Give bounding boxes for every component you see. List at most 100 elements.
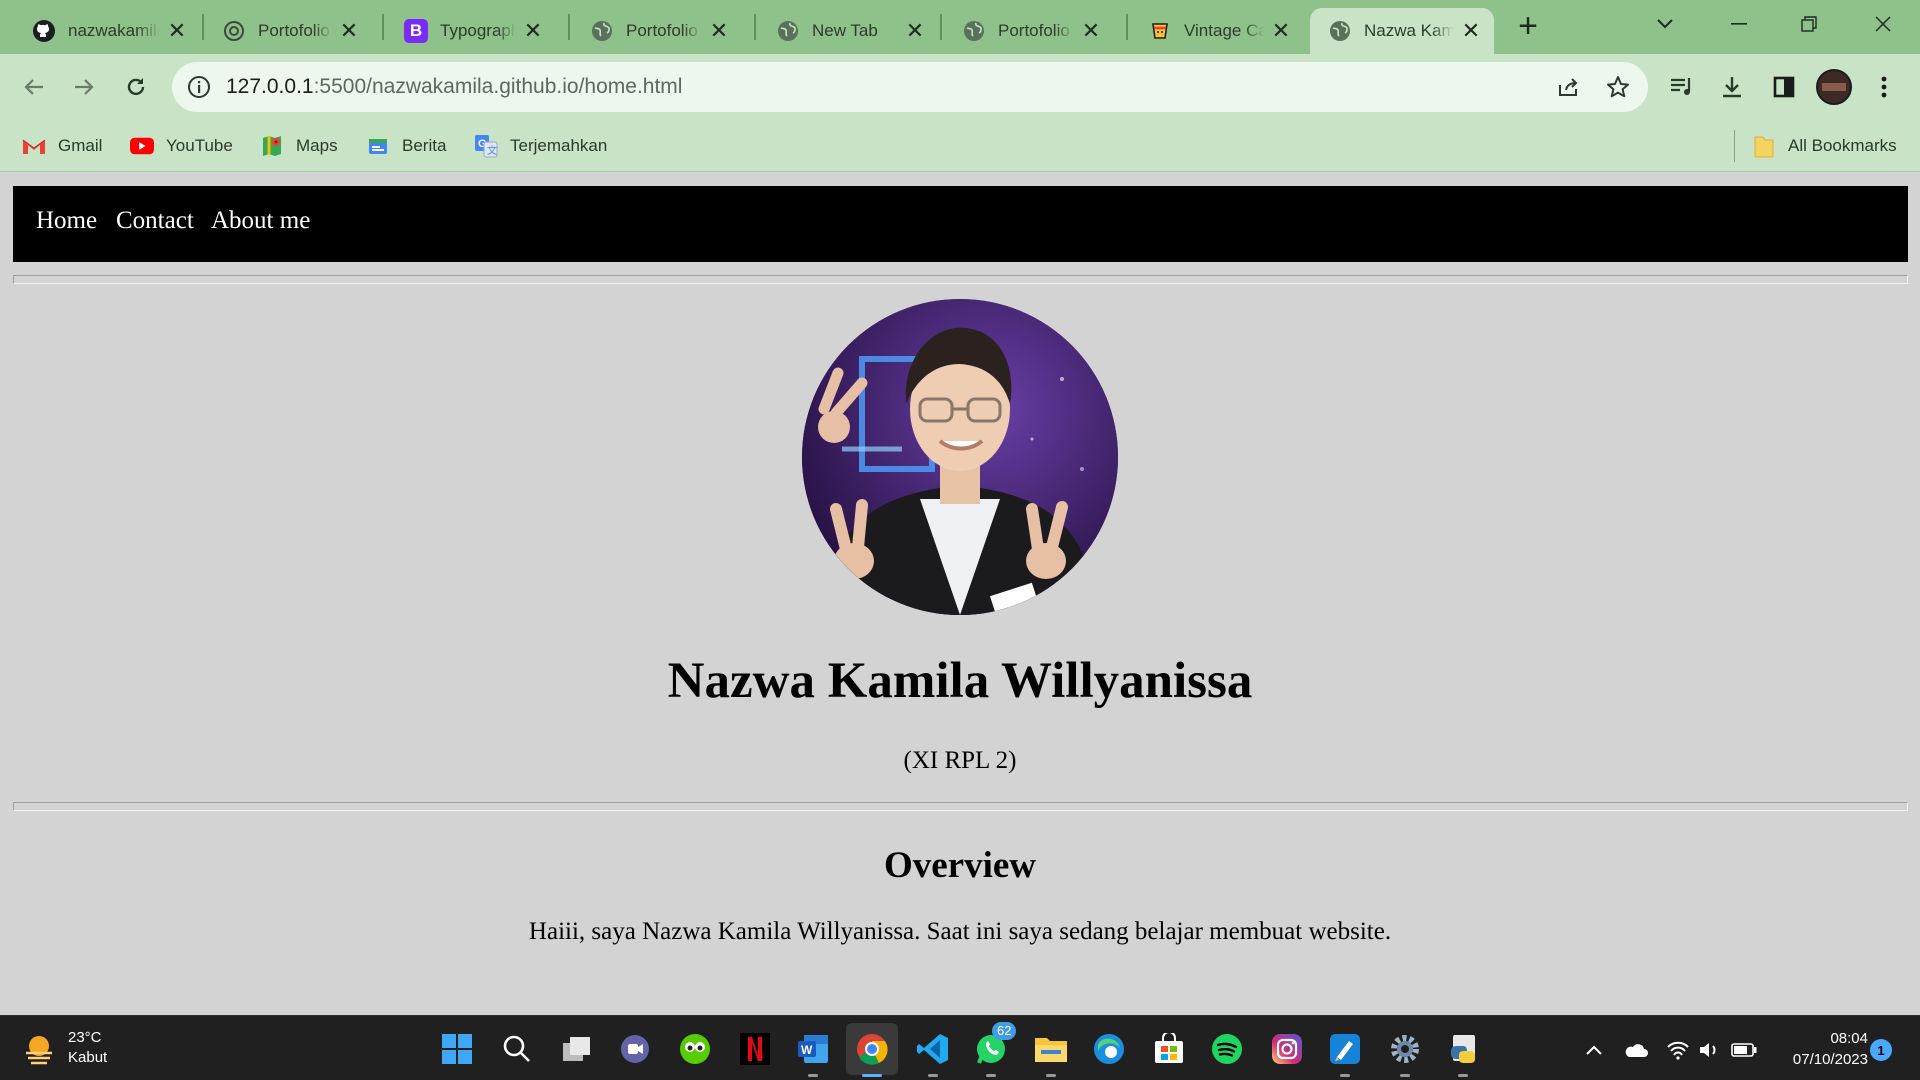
minimize-icon[interactable]	[1714, 10, 1764, 38]
tab-portofolio-3[interactable]: Portofolio ✕	[944, 8, 1114, 54]
weather-widget[interactable]: 23°C Kabut	[22, 1028, 107, 1068]
running-indicator	[986, 1074, 996, 1077]
divider	[13, 275, 1908, 284]
site-info-icon[interactable]	[186, 74, 212, 100]
bookmark-youtube[interactable]: YouTube	[130, 132, 233, 160]
bookmark-gmail[interactable]: Gmail	[22, 132, 102, 160]
restore-icon[interactable]	[1784, 10, 1834, 38]
close-tab-icon[interactable]: ✕	[1460, 18, 1482, 43]
tab-divider	[382, 14, 384, 40]
share-icon[interactable]	[1548, 67, 1588, 107]
back-icon[interactable]	[14, 67, 54, 107]
tab-divider	[1126, 14, 1128, 40]
url-path: :5500/nazwakamila.github.io/home.html	[313, 75, 683, 98]
file-explorer-icon[interactable]	[1032, 1030, 1070, 1077]
close-tab-icon[interactable]: ✕	[1080, 18, 1102, 43]
bookmark-maps[interactable]: Maps	[260, 132, 338, 160]
download-icon[interactable]	[1712, 67, 1752, 107]
new-tab-button[interactable]: +	[1508, 9, 1548, 43]
youtube-icon	[130, 134, 154, 158]
whatsapp-unread-badge: 62	[992, 1022, 1017, 1040]
close-tab-icon[interactable]: ✕	[166, 18, 188, 43]
profile-avatar[interactable]	[1814, 67, 1854, 107]
close-tab-icon[interactable]: ✕	[338, 18, 360, 43]
running-indicator	[1400, 1074, 1410, 1077]
media-controls-icon[interactable]	[1662, 67, 1702, 107]
tab-label: nazwakamila	[68, 21, 160, 40]
tab-strip: nazwakamila ✕ Portofolio ✕ B Typography …	[0, 0, 1920, 54]
bookmark-label: Terjemahkan	[510, 136, 608, 155]
nav-contact-link[interactable]: Contact	[116, 207, 194, 235]
notification-badge[interactable]: 1	[1870, 1039, 1892, 1061]
clock-date: 07/10/2023	[1792, 1051, 1868, 1068]
tab-portofolio-chatgpt[interactable]: Portofolio ✕	[204, 8, 372, 54]
running-indicator	[862, 1074, 882, 1077]
chrome-taskbar-icon[interactable]	[846, 1023, 898, 1077]
settings-gear-icon[interactable]	[1386, 1030, 1424, 1077]
forward-icon[interactable]	[64, 67, 104, 107]
tab-search-icon[interactable]	[1640, 10, 1690, 38]
onedrive-cloud-icon[interactable]	[1622, 1036, 1650, 1064]
running-indicator	[1046, 1074, 1056, 1077]
spotify-icon[interactable]	[1208, 1030, 1246, 1068]
battery-icon[interactable]	[1730, 1036, 1758, 1064]
tab-github[interactable]: nazwakamila ✕	[14, 8, 200, 54]
site-navbar: Home Contact About me	[13, 186, 1908, 262]
close-tab-icon[interactable]: ✕	[1270, 18, 1292, 43]
overview-heading: Overview	[883, 845, 1037, 886]
whatsapp-icon[interactable]: 62	[972, 1022, 1017, 1077]
windows-taskbar: 23°C Kabut W 62 08:04 07/10/2023 1	[0, 1015, 1920, 1080]
tab-typography[interactable]: B Typography ✕	[386, 8, 556, 54]
address-bar[interactable]: 127.0.0.1:5500/nazwakamila.github.io/hom…	[172, 62, 1648, 112]
close-tab-icon[interactable]: ✕	[708, 18, 730, 43]
running-indicator	[1340, 1074, 1350, 1077]
instagram-icon[interactable]	[1268, 1030, 1306, 1068]
close-window-icon[interactable]	[1858, 10, 1908, 38]
globe-icon	[590, 19, 614, 43]
tab-label: Portofolio	[258, 21, 330, 40]
url-text[interactable]: 127.0.0.1:5500/nazwakamila.github.io/hom…	[226, 75, 682, 99]
teams-chat-icon[interactable]	[616, 1030, 654, 1068]
bookmarks-bar: Gmail YouTube Maps Berita G文 Terjemahkan…	[0, 120, 1920, 172]
system-clock[interactable]: 08:04 07/10/2023	[1774, 1028, 1868, 1070]
page-viewport: Home Contact About me Nazwa Kamila Willy…	[0, 172, 1920, 1015]
side-panel-icon[interactable]	[1764, 67, 1804, 107]
chevron-up-icon[interactable]	[1580, 1036, 1608, 1064]
tab-new-tab[interactable]: New Tab ✕	[758, 8, 938, 54]
bookmarks-divider	[1734, 130, 1735, 162]
python-idle-icon[interactable]	[1444, 1030, 1482, 1077]
tab-vintage-cafe[interactable]: Vintage Cafe ✕	[1130, 8, 1304, 54]
netflix-icon[interactable]	[736, 1030, 774, 1068]
tab-nazwa-kamila[interactable]: Nazwa Kamila ✕	[1310, 8, 1494, 54]
bootstrap-icon: B	[404, 19, 428, 43]
nav-about-link[interactable]: About me	[211, 207, 310, 235]
menu-kebab-icon[interactable]	[1864, 67, 1904, 107]
word-icon[interactable]: W	[794, 1030, 832, 1077]
close-tab-icon[interactable]: ✕	[522, 18, 544, 43]
tab-portofolio-2[interactable]: Portofolio ✕	[572, 8, 742, 54]
paint-icon[interactable]	[1326, 1030, 1364, 1077]
all-bookmarks-folder[interactable]: All Bookmarks	[1752, 132, 1897, 160]
reload-icon[interactable]	[116, 67, 156, 107]
volume-icon[interactable]	[1696, 1036, 1724, 1064]
tab-divider	[754, 14, 756, 40]
vscode-icon[interactable]	[914, 1030, 952, 1077]
bookmark-terjemahkan[interactable]: G文 Terjemahkan	[474, 132, 607, 160]
bookmark-star-icon[interactable]	[1598, 67, 1638, 107]
wifi-icon[interactable]	[1664, 1036, 1692, 1064]
running-indicator	[1458, 1074, 1468, 1077]
duolingo-icon[interactable]	[676, 1030, 714, 1068]
nav-home-link[interactable]: Home	[36, 207, 97, 235]
translate-icon: G文	[474, 134, 498, 158]
start-icon[interactable]	[438, 1030, 476, 1068]
search-icon[interactable]	[498, 1030, 536, 1068]
divider	[13, 802, 1908, 811]
microsoft-store-icon[interactable]	[1150, 1030, 1188, 1068]
folder-icon	[1752, 134, 1776, 158]
bookmark-berita[interactable]: Berita	[366, 132, 446, 160]
task-view-icon[interactable]	[558, 1030, 596, 1068]
edge-icon[interactable]	[1090, 1030, 1128, 1068]
tab-divider	[940, 14, 942, 40]
close-tab-icon[interactable]: ✕	[904, 18, 926, 43]
cup-icon	[1148, 19, 1172, 43]
